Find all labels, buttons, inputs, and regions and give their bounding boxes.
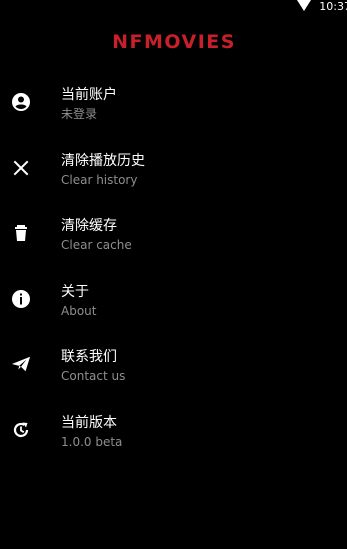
- menu-item-title: 清除缓存: [61, 218, 117, 234]
- menu-item-subtitle: Contact us: [61, 369, 126, 383]
- trash-icon: [11, 223, 31, 243]
- wifi-icon: [297, 0, 312, 11]
- account-circle-icon: [11, 92, 31, 112]
- menu-item-subtitle: 1.0.0 beta: [61, 434, 123, 449]
- menu-item-subtitle: About: [61, 303, 97, 318]
- menu-item-subtitle: 未登录: [61, 107, 98, 121]
- menu-item-title: 清除播放历史: [61, 152, 145, 169]
- menu-item-clear-cache[interactable]: 清除缓存 Clear cache: [0, 200, 347, 266]
- app-logo: NFMOVIES: [0, 30, 347, 52]
- menu-item-title: 关于: [61, 283, 89, 300]
- close-icon: [11, 158, 31, 178]
- svg-text:NFMOVIES: NFMOVIES: [112, 31, 236, 52]
- menu-item-contact[interactable]: 联系我们 Contact us: [0, 331, 347, 397]
- menu-item-version[interactable]: 当前版本 1.0.0 beta: [0, 397, 347, 463]
- nfmovies-logo: NFMOVIES: [112, 31, 236, 52]
- menu-item-subtitle: Clear cache: [61, 238, 132, 252]
- menu-item-title: 当前账户: [61, 87, 117, 103]
- menu-item-clear-history[interactable]: 清除播放历史 Clear history: [0, 135, 347, 201]
- menu-item-title: 当前版本: [61, 414, 117, 431]
- update-icon: [11, 420, 31, 440]
- menu-item-subtitle: Clear history: [61, 172, 138, 187]
- menu-item-account[interactable]: 当前账户 未登录: [0, 69, 347, 135]
- status-time: 10:37: [319, 0, 347, 13]
- drawer-menu: 当前账户 未登录 清除播放历史 Clear history 清除缓存 Clear…: [0, 69, 347, 462]
- status-bar: 10:37: [0, 0, 347, 13]
- menu-item-about[interactable]: 关于 About: [0, 266, 347, 332]
- menu-item-title: 联系我们: [61, 349, 117, 365]
- send-icon: [11, 354, 31, 374]
- info-icon: [11, 289, 31, 309]
